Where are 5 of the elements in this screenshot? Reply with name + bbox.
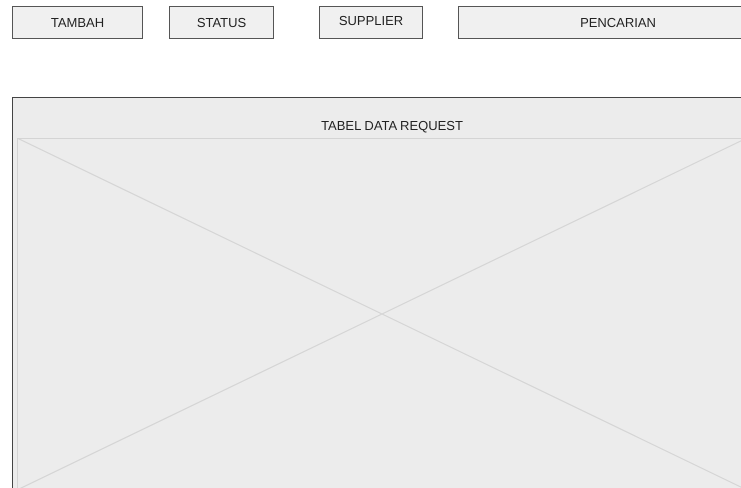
search-button[interactable]: PENCARIAN — [458, 6, 741, 39]
toolbar-button[interactable]: SUPPLIER — [319, 6, 423, 39]
toolbar-button[interactable]: STATUS — [169, 6, 274, 39]
toolbar-button[interactable]: TAMBAH — [12, 6, 143, 39]
panel-title: TABEL DATA REQUEST — [321, 118, 463, 135]
